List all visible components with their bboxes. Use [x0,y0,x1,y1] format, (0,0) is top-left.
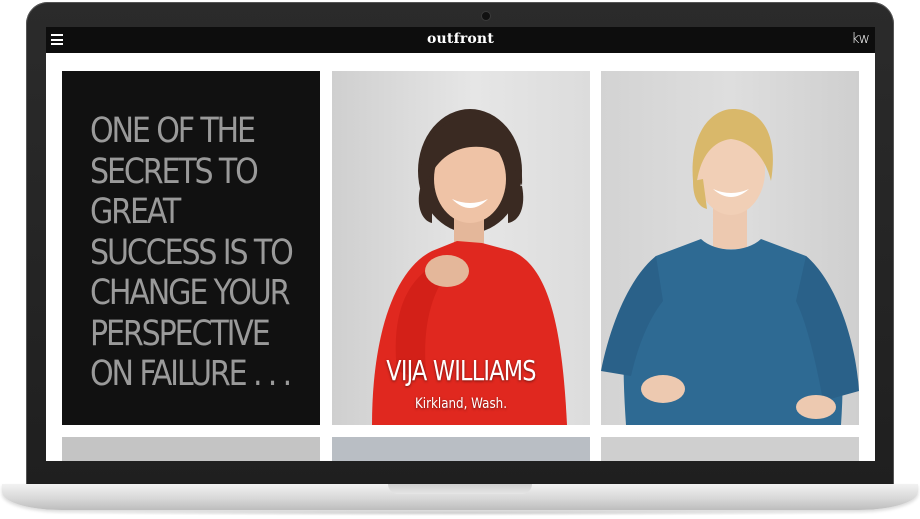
quote-text: ONE OF THE SECRETS TO GREAT SUCCESS IS T… [90,111,294,395]
profile-photo [601,109,859,425]
quote-line: PERSPECTIVE [90,313,271,354]
profile-tile[interactable] [601,71,859,425]
quote-line: GREAT [90,192,181,232]
profile-name: VIJA WILLIAMS [386,354,536,387]
quote-tile[interactable]: ONE OF THE SECRETS TO GREAT SUCCESS IS T… [62,71,320,425]
quote-line: ON FAILURE . . . [90,354,292,394]
kw-logo[interactable]: kw [851,31,870,47]
top-navbar: outfront kw [46,27,875,53]
grid-tile[interactable] [601,437,859,461]
profile-location: Kirkland, Wash. [415,396,507,412]
quote-line: CHANGE YOUR [90,273,291,313]
laptop-shadow [30,510,890,516]
quote-line: SECRETS TO [90,151,259,192]
grid-tile[interactable] [332,437,590,461]
quote-line: ONE OF THE [90,111,256,151]
screen: outfront kw ONE OF THE SECRETS TO GREAT … [46,27,875,461]
laptop-notch [388,484,532,494]
grid-tile[interactable] [62,437,320,461]
quote-line: SUCCESS IS TO [90,232,294,273]
profile-tile[interactable]: VIJA WILLIAMS Kirkland, Wash. [332,71,590,425]
brand-logo[interactable]: outfront [46,31,875,47]
camera-icon [481,11,491,21]
